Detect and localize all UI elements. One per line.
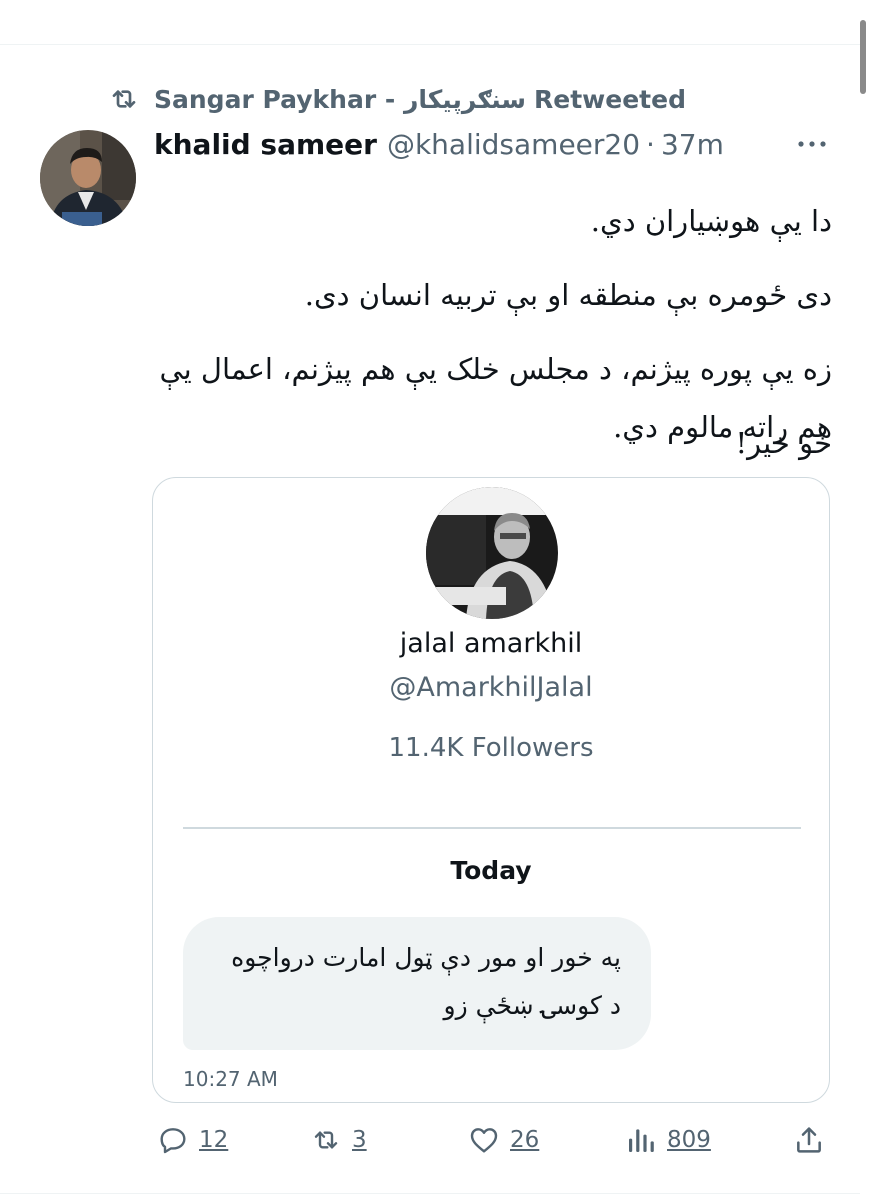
retweet-icon xyxy=(314,1131,338,1149)
retweeted-label: Retweeted xyxy=(534,84,686,114)
retweet-button[interactable]: 3 xyxy=(310,1118,367,1162)
tweet-time[interactable]: 37m xyxy=(661,128,724,161)
dm-followers-count: 11.4K Followers xyxy=(388,733,594,763)
tweet-text-line: دی ځومره بې منطقه او بې تربيه انسان دی. xyxy=(304,278,832,312)
tweet-actions: 12 3 26 809 xyxy=(0,1118,870,1162)
views-icon xyxy=(629,1129,654,1152)
tweet-text-line: دا يې هوښياران دي. xyxy=(590,204,832,238)
bottom-divider xyxy=(0,1193,860,1194)
reply-count: 12 xyxy=(199,1127,229,1153)
share-icon xyxy=(797,1127,821,1153)
author-avatar[interactable] xyxy=(40,130,136,226)
dm-profile-name: jalal amarkhil xyxy=(399,628,583,659)
dm-message-line: په خور او مور دې ټول امارت درواچوه xyxy=(231,943,621,972)
tweet-header: khalid sameer @khalidsameer20 · 37m xyxy=(154,124,724,164)
dm-message-time: 10:27 AM xyxy=(183,1067,278,1091)
share-button[interactable] xyxy=(793,1118,825,1162)
dm-screenshot-card[interactable]: jalal amarkhil @AmarkhilJalal 11.4K Foll… xyxy=(152,477,830,1103)
separator-dot: · xyxy=(646,127,655,161)
dm-profile-handle: @AmarkhilJalal xyxy=(389,672,593,703)
views-count: 809 xyxy=(667,1127,711,1153)
dm-message-line: د کوسۍ ښځې زو xyxy=(443,991,621,1020)
author-handle[interactable]: @khalidsameer20 xyxy=(387,128,640,161)
retweet-count: 3 xyxy=(352,1127,367,1153)
dm-divider xyxy=(183,827,801,829)
retweet-context[interactable]: Sangar Paykhar - سنګرپیکار Retweeted xyxy=(108,82,686,116)
tweet-text-line: زه يې پوره پيژنم، د مجلس خلک يې هم پيژنم… xyxy=(159,352,832,444)
reply-button[interactable]: 12 xyxy=(157,1118,228,1162)
author-name[interactable]: khalid sameer xyxy=(154,128,377,161)
more-options-button[interactable] xyxy=(792,126,832,162)
dm-profile-avatar xyxy=(426,487,558,619)
dm-message-bubble: په خور او مور دې ټول امارت درواچوه د کوس… xyxy=(183,917,651,1050)
like-button[interactable]: 26 xyxy=(468,1118,539,1162)
retweeter-name[interactable]: Sangar Paykhar - سنګرپیکار xyxy=(154,85,526,114)
top-divider xyxy=(0,44,860,45)
like-count: 26 xyxy=(510,1127,540,1153)
reply-icon xyxy=(160,1128,186,1154)
dm-day-label: Today xyxy=(450,856,532,885)
views-button[interactable]: 809 xyxy=(625,1118,711,1162)
scrollbar-thumb[interactable] xyxy=(860,20,866,94)
retweet-icon xyxy=(112,90,136,108)
more-horizontal-icon xyxy=(798,141,826,147)
heart-icon xyxy=(470,1128,498,1153)
tweet-text: دا يې هوښياران دي. دی ځومره بې منطقه او … xyxy=(152,192,832,488)
